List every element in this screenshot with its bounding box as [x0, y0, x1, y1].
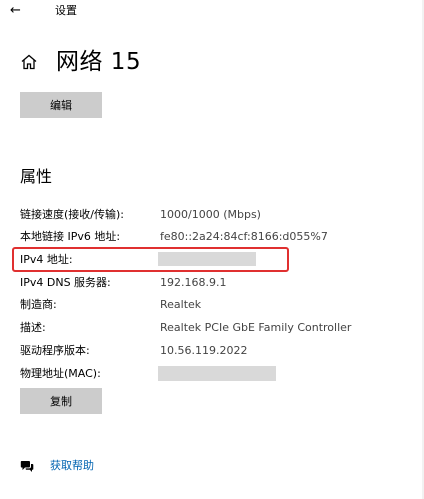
property-value: Realtek	[160, 298, 202, 311]
help-chat-icon	[20, 458, 34, 472]
page-title: 网络 15	[56, 49, 142, 75]
title-bar: ← 设置	[0, 0, 424, 24]
property-value: 1000/1000 (Mbps)	[160, 208, 261, 221]
property-value: fe80::2a24:84cf:8166:d055%7	[160, 230, 328, 243]
section-title-properties: 属性	[20, 167, 53, 186]
redacted-mac-value	[158, 366, 276, 381]
page-header: 网络 15	[20, 46, 141, 78]
help-row[interactable]: 获取帮助	[20, 456, 94, 474]
home-icon[interactable]	[20, 53, 38, 71]
property-value: Realtek PCIe GbE Family Controller	[160, 321, 352, 334]
edit-button[interactable]: 编辑	[20, 92, 102, 118]
redacted-ipv4-value	[158, 252, 256, 266]
window-title: 设置	[55, 4, 77, 17]
get-help-link[interactable]: 获取帮助	[50, 457, 94, 473]
property-label: IPv4 DNS 服务器:	[20, 276, 111, 289]
property-label: 制造商:	[20, 298, 57, 311]
property-label: 本地链接 IPv6 地址:	[20, 230, 121, 243]
back-button[interactable]: ←	[10, 3, 30, 19]
property-value: 10.56.119.2022	[160, 344, 248, 357]
property-label: 物理地址(MAC):	[20, 367, 101, 380]
property-label: 链接速度(接收/传输):	[20, 208, 124, 221]
property-label: 驱动程序版本:	[20, 344, 90, 357]
property-value: 192.168.9.1	[160, 276, 227, 289]
property-label: 描述:	[20, 321, 46, 334]
property-label: IPv4 地址:	[20, 253, 73, 266]
copy-button[interactable]: 复制	[20, 388, 102, 414]
